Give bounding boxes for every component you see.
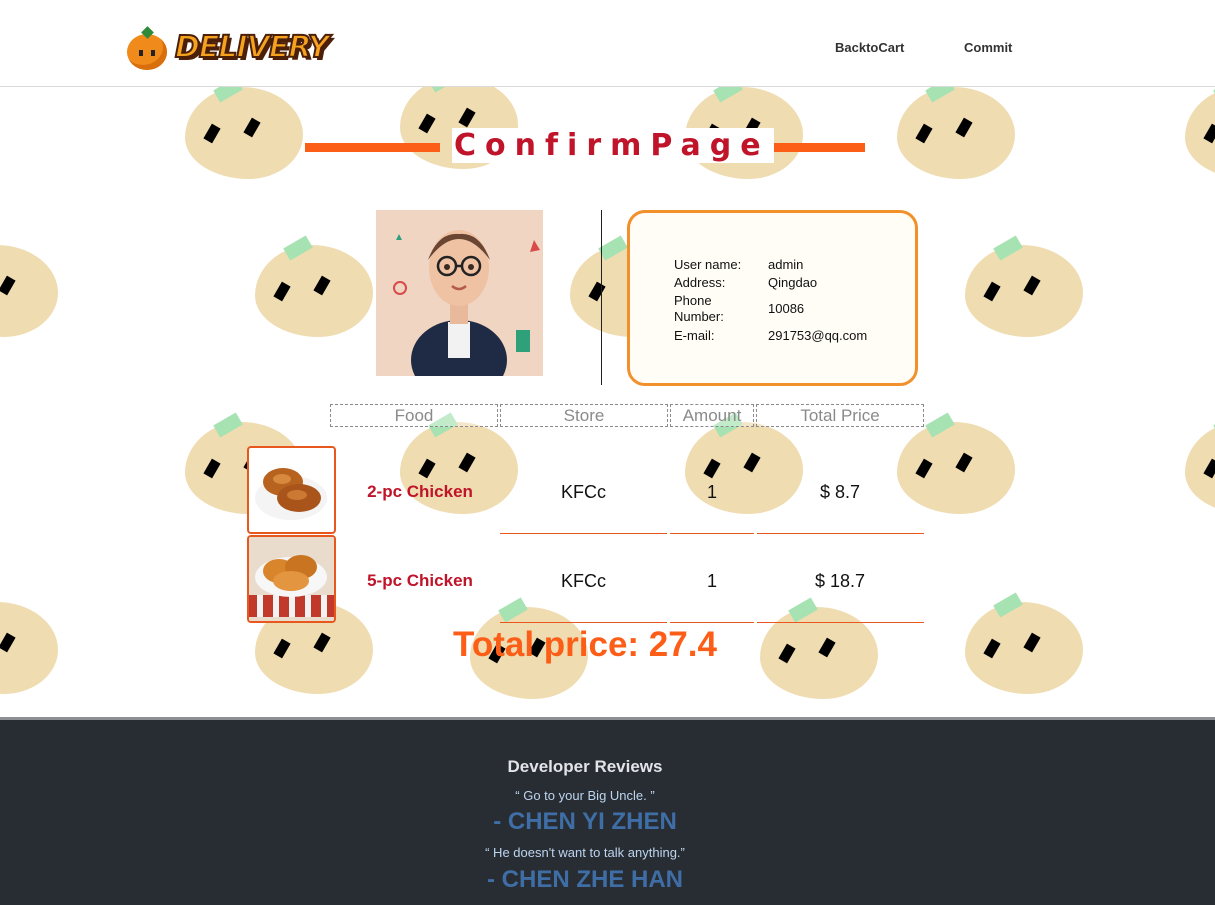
commit-link[interactable]: Commit [964, 40, 1012, 55]
user-info-card: User name: admin Address: Qingdao Phone … [627, 210, 918, 386]
item-total-price: $ 8.7 [819, 482, 861, 502]
amount: 1 [706, 482, 717, 502]
title-line-left [305, 143, 440, 152]
footer: Developer Reviews “ Go to your Big Uncle… [0, 717, 1215, 905]
bun-pattern-icon [1185, 412, 1215, 514]
bun-pattern-icon [965, 235, 1083, 337]
bun-pattern-icon [185, 87, 303, 179]
phone-label: Phone Number: [674, 293, 724, 324]
confirm-main: ConfirmPage User name: admin Address: Qi… [0, 87, 1215, 717]
back-to-cart-link[interactable]: BacktoCart [835, 40, 904, 55]
column-header-amount: Amount [670, 404, 754, 427]
username-value: admin [768, 257, 804, 272]
bun-pattern-icon [1185, 87, 1215, 179]
food-name: 5-pc Chicken [367, 571, 473, 590]
address-value: Qingdao [768, 275, 818, 290]
review-author: - CHEN YI ZHEN [493, 808, 677, 835]
developer-reviews-title: Developer Reviews [507, 757, 663, 776]
email-value: 291753@qq.com [768, 328, 868, 343]
phone-value: 10086 [768, 301, 805, 316]
bun-pattern-icon [897, 87, 1015, 179]
delivery-logo[interactable]: DELIVERY [127, 29, 342, 72]
column-header-food: Food [330, 404, 498, 427]
review-quote: “ Go to your Big Uncle. ” [515, 788, 655, 803]
store-name: KFCc [561, 571, 606, 591]
item-total-price: $ 18.7 [814, 571, 866, 591]
orange-icon [127, 34, 167, 70]
bun-pattern-icon [255, 235, 373, 337]
amount: 1 [706, 571, 717, 591]
total-price: Total price: 27.4 [453, 625, 717, 664]
email-label: E-mail: [674, 328, 715, 343]
header: DELIVERY BacktoCart Commit [0, 0, 1215, 87]
table-row: 2-pc Chicken KFCc 1 $ 8.7 [247, 446, 924, 534]
profile-divider [601, 210, 602, 385]
page-title: ConfirmPage [452, 128, 774, 163]
bun-pattern-icon [0, 245, 58, 337]
table-header: Food Store Amount Total Price [330, 404, 924, 427]
review-author: - CHEN ZHE HAN [487, 866, 683, 893]
page-title-block: ConfirmPage [305, 128, 865, 169]
user-avatar [376, 210, 543, 376]
address-label: Address: [674, 275, 726, 290]
username-label: User name: [674, 257, 742, 272]
fried-chicken-image [247, 446, 336, 534]
store-name: KFCc [561, 482, 606, 502]
fried-chicken-image [247, 535, 336, 623]
column-header-store: Store [500, 404, 668, 427]
review-quote: “ He doesn't want to talk anything.” [485, 845, 685, 860]
food-name: 2-pc Chicken [367, 482, 473, 501]
logo-text: DELIVERY [174, 29, 330, 66]
column-header-total-price: Total Price [756, 404, 924, 427]
table-row: 5-pc Chicken KFCc 1 $ 18.7 [247, 535, 924, 623]
